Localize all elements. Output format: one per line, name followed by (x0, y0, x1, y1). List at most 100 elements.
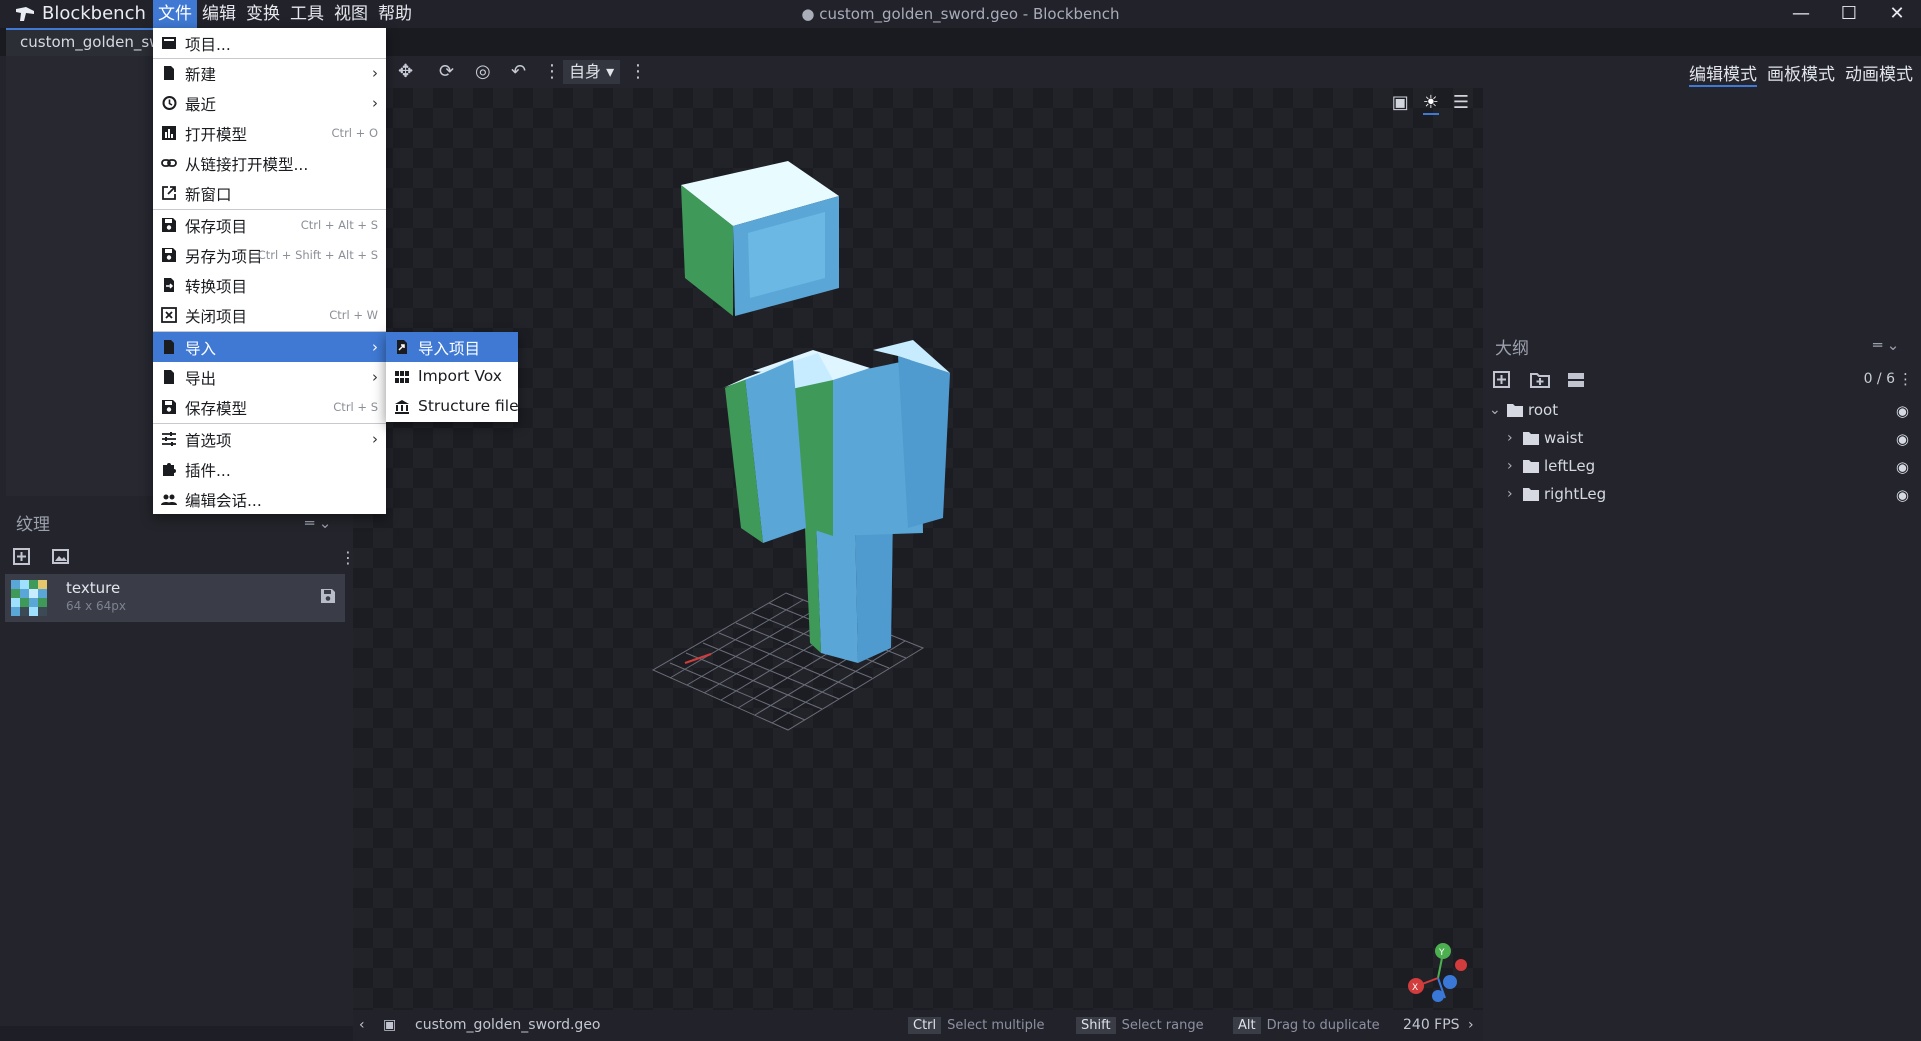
submenu-item-import-vox[interactable]: Import Vox (386, 362, 518, 392)
menu-view[interactable]: 视图 (329, 0, 373, 28)
menu-file[interactable]: 文件 (153, 0, 197, 28)
file-icon (164, 340, 174, 354)
hint-text: Select multiple (947, 1018, 1045, 1033)
texture-item[interactable]: texture 64 x 64px (5, 574, 345, 622)
menu-item-convert-project[interactable]: 转换项目 (153, 270, 386, 300)
submenu-item-structure-file[interactable]: Structure file (386, 392, 519, 422)
menu-item-save-project-as[interactable]: 另存为项目 Ctrl + Shift + Alt + S (153, 240, 386, 270)
tab-project[interactable]: custom_golden_sword (6, 28, 156, 56)
outliner-node-rightleg[interactable]: › rightLeg ◉ (1483, 482, 1921, 508)
visibility-eye-icon[interactable]: ◉ (1896, 486, 1909, 504)
mode-paint[interactable]: 画板模式 (1767, 60, 1835, 87)
tune-icon (162, 432, 176, 446)
menu-item-import[interactable]: 导入 › (153, 332, 386, 362)
save-texture-icon[interactable] (319, 587, 337, 605)
transform-space-select[interactable]: 自身 ▾ (563, 60, 621, 84)
outliner-menu-icon[interactable]: ⋮ (1898, 370, 1913, 388)
menu-transform[interactable]: 变换 (241, 0, 285, 28)
chevron-left-icon[interactable]: ‹ (359, 1017, 365, 1033)
outliner-node-leftleg[interactable]: › leftLeg ◉ (1483, 454, 1921, 480)
menu-item-recent[interactable]: 最近 › (153, 88, 386, 118)
folder-icon (1523, 432, 1539, 445)
menu-item-new[interactable]: 新建 › (153, 58, 386, 88)
toolbar-more-icon[interactable]: ⋮ (543, 61, 561, 82)
menu-item-label: 编辑会话... (185, 492, 262, 510)
close-window-button[interactable]: ✕ (1873, 0, 1921, 28)
3d-viewport[interactable]: ▣ ☀ ☰ Y X (353, 88, 1483, 1015)
panel-collapse-icon[interactable]: ═ ⌄ (305, 514, 331, 532)
minimize-button[interactable]: — (1777, 0, 1825, 28)
outliner-collapse-icon[interactable]: ═ ⌄ (1873, 336, 1899, 354)
outliner-node-waist[interactable]: › waist ◉ (1483, 426, 1921, 452)
visibility-eye-icon[interactable]: ◉ (1896, 402, 1909, 420)
chevron-down-icon[interactable]: ⌄ (1489, 402, 1501, 418)
menu-bar: 文件 编辑 变换 工具 视图 帮助 (153, 0, 417, 28)
chevron-right-icon[interactable]: › (1507, 430, 1513, 446)
chevron-right-icon: › (372, 368, 378, 386)
folder-icon (1507, 404, 1523, 417)
menu-item-label: Structure file (418, 397, 519, 415)
add-texture-icon[interactable] (13, 548, 33, 566)
import-file-icon (397, 340, 407, 354)
chevron-right-icon[interactable]: › (1507, 458, 1513, 474)
menu-item-new-window[interactable]: 新窗口 (153, 178, 386, 208)
right-panel: 编辑模式 画板模式 动画模式 大纲 ═ ⌄ 0 / 6 ⋮ ⌄ root ◉ ›… (1483, 56, 1921, 1041)
node-label: rightLeg (1544, 485, 1607, 503)
maximize-button[interactable]: ☐ (1825, 0, 1873, 28)
menu-shortcut: Ctrl + O (331, 126, 378, 140)
app-name: Blockbench (42, 3, 146, 24)
menu-tools[interactable]: 工具 (285, 0, 329, 28)
mode-switcher: 编辑模式 画板模式 动画模式 (1689, 60, 1913, 87)
menu-item-save-model[interactable]: 保存模型 Ctrl + S (153, 392, 386, 422)
textures-panel-title: 纹理 (16, 515, 50, 535)
chevron-right-icon: › (372, 430, 378, 448)
hint-key: Ctrl (908, 1017, 942, 1034)
menu-shortcut: Ctrl + W (329, 308, 378, 322)
menu-item-label: 转换项目 (185, 278, 248, 296)
menu-item-label: 保存项目 (185, 218, 248, 236)
add-group-icon[interactable] (1530, 372, 1550, 388)
menu-help[interactable]: 帮助 (373, 0, 417, 28)
toolbar-overflow-icon[interactable]: ⋮ (629, 61, 647, 82)
app-logo: Blockbench (14, 3, 146, 24)
save-icon (162, 248, 176, 262)
add-cube-icon[interactable] (1493, 371, 1513, 389)
menu-item-project[interactable]: 项目... (153, 28, 386, 58)
hint-shift: Shift Select range (1076, 1017, 1204, 1034)
axis-gizmo[interactable]: Y X (1403, 938, 1483, 1008)
node-label: waist (1544, 429, 1584, 447)
visibility-eye-icon[interactable]: ◉ (1896, 458, 1909, 476)
pivot-tool-icon[interactable]: ◎ (475, 61, 491, 82)
menu-item-save-project[interactable]: 保存项目 Ctrl + Alt + S (153, 210, 386, 240)
menu-item-label: 保存模型 (185, 400, 248, 418)
chevron-right-icon[interactable]: › (1468, 1017, 1474, 1033)
outliner-count: 0 / 6 (1863, 371, 1895, 387)
mode-edit[interactable]: 编辑模式 (1689, 60, 1757, 87)
blockbench-icon (16, 6, 34, 21)
menu-item-plugins[interactable]: 插件... (153, 454, 386, 484)
menu-item-edit-session[interactable]: 编辑会话... (153, 484, 386, 514)
import-texture-icon[interactable] (52, 549, 70, 565)
menu-item-label: 项目... (185, 36, 231, 54)
menu-item-preferences[interactable]: 首选项 › (153, 424, 386, 454)
collapse-all-icon[interactable] (1567, 372, 1585, 388)
menu-edit[interactable]: 编辑 (197, 0, 241, 28)
menu-item-export[interactable]: 导出 › (153, 362, 386, 392)
outliner-title: 大纲 (1495, 339, 1529, 359)
menu-item-open-model[interactable]: 打开模型 Ctrl + O (153, 118, 386, 148)
visibility-eye-icon[interactable]: ◉ (1896, 430, 1909, 448)
menu-item-label: 另存为项目 (185, 248, 263, 266)
file-menu: 项目... 新建 › 最近 › 打开模型 Ctrl + O 从链接打开模型...… (153, 28, 386, 514)
submenu-item-import-project[interactable]: 导入项目 (386, 332, 518, 362)
menu-item-open-from-link[interactable]: 从链接打开模型... (153, 148, 386, 178)
menu-item-close-project[interactable]: 关闭项目 Ctrl + W (153, 300, 386, 330)
move-tool-icon[interactable]: ✥ (398, 61, 413, 82)
chevron-right-icon[interactable]: › (1507, 486, 1513, 502)
file-icon (164, 370, 174, 384)
flip-tool-icon[interactable]: ↶ (511, 61, 526, 82)
menu-item-label: 首选项 (185, 432, 232, 450)
title-bar: Blockbench 文件 编辑 变换 工具 视图 帮助 ● custom_go… (0, 0, 1921, 28)
outliner-node-root[interactable]: ⌄ root ◉ (1483, 398, 1921, 424)
mode-animate[interactable]: 动画模式 (1845, 60, 1913, 87)
rotate-tool-icon[interactable]: ⟳ (439, 61, 454, 82)
